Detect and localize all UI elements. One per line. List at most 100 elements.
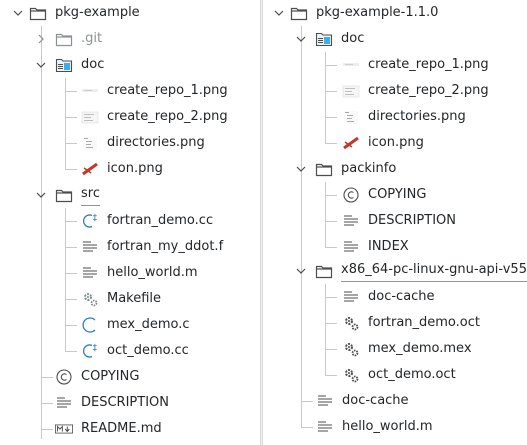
- folder-icon: [290, 7, 308, 21]
- folder-icon: [315, 265, 333, 279]
- image-thumbnail-icon: [343, 135, 359, 151]
- c-source-icon: [82, 317, 96, 333]
- right-tree: pkg-example-1.1.0 doc create_repo_1.png …: [263, 0, 527, 445]
- tree-row-file[interactable]: icon.png: [263, 130, 527, 156]
- image-thumbnail-icon: [342, 85, 360, 98]
- text-file-icon: [344, 291, 358, 302]
- file-label: hello_world.m: [107, 265, 198, 280]
- folder-icon: [29, 7, 47, 21]
- tree-row-file[interactable]: hello_world.m: [263, 414, 527, 440]
- chevron-down-icon[interactable]: [296, 34, 306, 44]
- tree-row-file[interactable]: create_repo_2.png: [263, 78, 527, 104]
- image-thumbnail-icon: [82, 161, 98, 177]
- tree-row-file[interactable]: fortran_demo.cc: [0, 208, 260, 234]
- tree-guide: [65, 91, 77, 92]
- text-file-icon: [318, 395, 332, 406]
- right-file-tree-pane[interactable]: pkg-example-1.1.0 doc create_repo_1.png …: [263, 0, 527, 445]
- tree-row-file[interactable]: DESCRIPTION: [263, 208, 527, 234]
- file-label: directories.png: [368, 109, 466, 124]
- binary-gears-icon: [345, 369, 359, 383]
- tree-row-src[interactable]: src: [0, 182, 260, 208]
- chevron-down-icon[interactable]: [36, 190, 46, 200]
- tree-row-file[interactable]: INDEX: [263, 234, 527, 260]
- tree-row-root[interactable]: pkg-example: [0, 0, 260, 26]
- folder-label: src: [81, 183, 100, 206]
- left-file-tree-pane[interactable]: pkg-example .git doc create_repo_1.png c…: [0, 0, 260, 445]
- text-file-icon: [344, 215, 358, 226]
- text-file-icon: [344, 241, 358, 252]
- chevron-down-icon[interactable]: [13, 8, 23, 18]
- file-label: create_repo_1.png: [368, 57, 489, 72]
- tree-row-file[interactable]: oct_demo.oct: [263, 362, 527, 388]
- tree-row-file[interactable]: create_repo_2.png: [0, 104, 260, 130]
- binary-gears-icon: [345, 343, 359, 357]
- file-label: fortran_demo.oct: [368, 315, 480, 330]
- tree-guide: [301, 401, 313, 402]
- tree-row-file[interactable]: create_repo_1.png: [263, 52, 527, 78]
- tree-row-doc[interactable]: doc: [263, 26, 527, 52]
- tree-row-file[interactable]: icon.png: [0, 156, 260, 182]
- tree-guide: [325, 297, 337, 298]
- file-label: INDEX: [368, 239, 409, 254]
- chevron-right-icon[interactable]: [36, 34, 46, 44]
- binary-gears-icon: [345, 317, 359, 331]
- file-label: oct_demo.cc: [107, 343, 189, 358]
- tree-guide: [41, 403, 53, 404]
- file-label: COPYING: [81, 369, 140, 384]
- makefile-gears-icon: [84, 293, 98, 307]
- tree-row-file[interactable]: mex_demo.mex: [263, 336, 527, 362]
- file-label: oct_demo.oct: [368, 367, 456, 382]
- tree-row-doc[interactable]: doc: [0, 52, 260, 78]
- tree-guide: [41, 429, 53, 430]
- tree-row-file[interactable]: COPYING: [263, 182, 527, 208]
- tree-row-file[interactable]: fortran_my_ddot.f: [0, 234, 260, 260]
- tree-guide: [325, 143, 337, 144]
- tree-row-file[interactable]: mex_demo.c: [0, 312, 260, 338]
- tree-guide: [65, 325, 77, 326]
- tree-guide: [65, 143, 77, 144]
- tree-row-git[interactable]: .git: [0, 26, 260, 52]
- license-icon: [56, 369, 72, 385]
- tree-row-file[interactable]: oct_demo.cc: [0, 338, 260, 364]
- tree-row-file[interactable]: directories.png: [263, 104, 527, 130]
- tree-guide: [325, 221, 337, 222]
- tree-row-file[interactable]: COPYING: [0, 364, 260, 390]
- tree-row-file[interactable]: Makefile: [0, 286, 260, 312]
- tree-guide: [65, 273, 77, 274]
- tree-row-file[interactable]: create_repo_1.png: [0, 78, 260, 104]
- image-thumbnail-icon: [82, 89, 98, 92]
- tree-row-file[interactable]: doc-cache: [263, 388, 527, 414]
- tree-guide: [65, 351, 77, 352]
- file-label: hello_world.m: [342, 419, 433, 434]
- folder-label: doc: [341, 31, 365, 46]
- file-label: create_repo_2.png: [368, 83, 489, 98]
- tree-row-packinfo[interactable]: packinfo: [263, 156, 527, 182]
- file-label: create_repo_2.png: [107, 109, 228, 124]
- chevron-down-icon[interactable]: [296, 266, 306, 276]
- tree-row-file[interactable]: DESCRIPTION: [0, 390, 260, 416]
- chevron-down-icon[interactable]: [274, 8, 284, 18]
- tree-row-file[interactable]: doc-cache: [263, 284, 527, 310]
- tree-row-file[interactable]: hello_world.m: [0, 260, 260, 286]
- chevron-down-icon[interactable]: [36, 60, 46, 70]
- folder-label: pkg-example: [55, 5, 140, 20]
- file-label: fortran_my_ddot.f: [107, 239, 224, 254]
- tree-guide: [325, 349, 337, 350]
- image-thumbnail-icon: [83, 137, 97, 150]
- tree-guide: [65, 117, 77, 118]
- chevron-down-icon[interactable]: [296, 164, 306, 174]
- file-label: DESCRIPTION: [81, 395, 169, 410]
- file-label: directories.png: [107, 135, 205, 150]
- tree-row-file[interactable]: README.md: [0, 416, 260, 442]
- file-label: icon.png: [107, 161, 163, 176]
- folder-label: doc: [81, 57, 105, 72]
- tree-row-file[interactable]: fortran_demo.oct: [263, 310, 527, 336]
- tree-row-file[interactable]: directories.png: [0, 130, 260, 156]
- tree-row-root[interactable]: pkg-example-1.1.0: [263, 0, 527, 26]
- tree-row-arch[interactable]: x86_64-pc-linux-gnu-api-v55: [263, 258, 527, 284]
- tree-guide: [325, 323, 337, 324]
- tree-guide: [325, 247, 337, 248]
- cpp-source-icon: [82, 213, 97, 228]
- tree-guide: [325, 195, 337, 196]
- folder-icon: [55, 189, 73, 203]
